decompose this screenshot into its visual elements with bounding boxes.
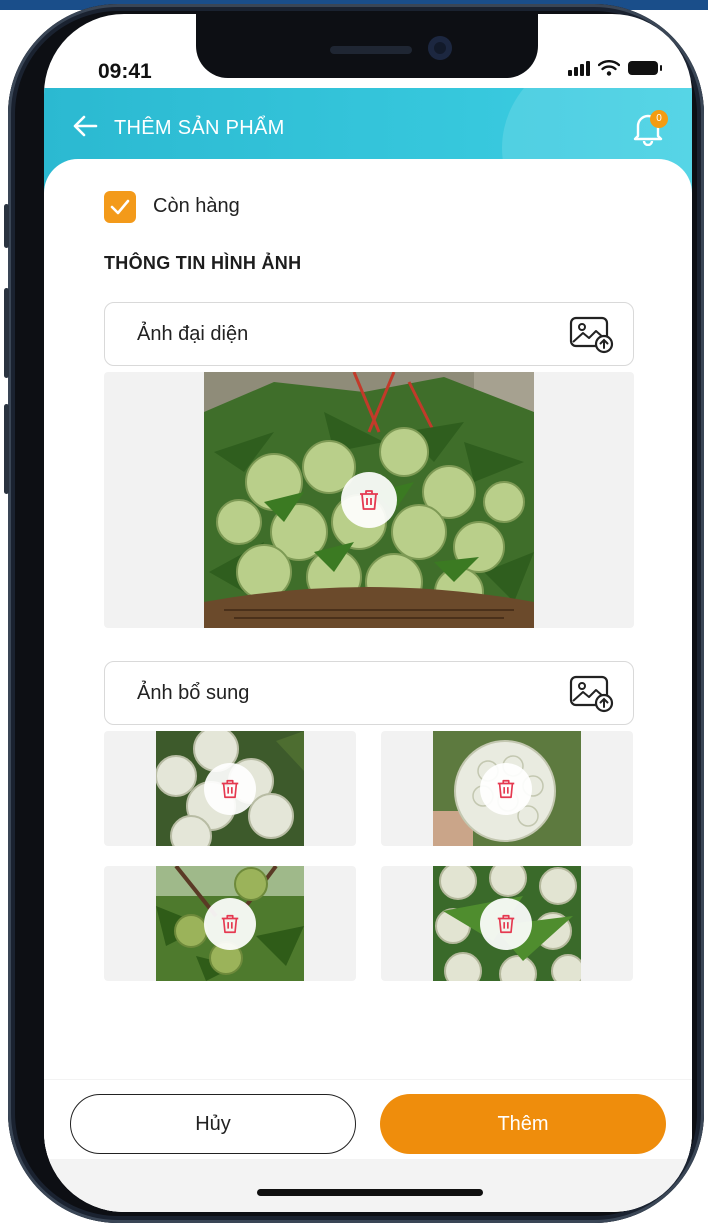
delete-extra-image-button[interactable] (480, 898, 532, 950)
trash-icon (221, 779, 239, 799)
home-indicator[interactable] (257, 1189, 483, 1196)
delete-extra-image-button[interactable] (204, 763, 256, 815)
extra-images-field[interactable]: Ảnh bổ sung (104, 661, 634, 725)
phone-screen: THÊM SẢN PHẨM 0 09:41 Còn hàng THÔNG TIN… (44, 14, 692, 1212)
checkmark-icon (110, 199, 130, 215)
front-camera (428, 36, 452, 60)
trash-icon (497, 914, 515, 934)
in-stock-checkbox[interactable] (104, 191, 136, 223)
signal-icon (568, 60, 590, 76)
delete-extra-image-button[interactable] (204, 898, 256, 950)
phone-notch (196, 14, 538, 78)
submit-button[interactable]: Thêm (380, 1094, 666, 1154)
trash-icon (221, 914, 239, 934)
main-image-field[interactable]: Ảnh đại diện (104, 302, 634, 366)
delete-main-image-button[interactable] (341, 472, 397, 528)
delete-extra-image-button[interactable] (480, 763, 532, 815)
status-time: 09:41 (98, 60, 152, 83)
section-title: THÔNG TIN HÌNH ẢNH (104, 253, 302, 273)
wifi-icon (598, 60, 620, 76)
status-icons (568, 60, 662, 76)
speaker-grille (330, 46, 412, 54)
main-image-label: Ảnh đại diện (137, 323, 249, 345)
in-stock-label[interactable]: Còn hàng (153, 195, 240, 218)
home-indicator-area (44, 1159, 692, 1212)
trash-icon (360, 490, 378, 510)
cancel-button[interactable]: Hủy (70, 1094, 356, 1154)
trash-icon (497, 779, 515, 799)
action-bar: Hủy Thêm (44, 1079, 692, 1169)
image-upload-icon[interactable] (569, 316, 615, 354)
form-content: Còn hàng THÔNG TIN HÌNH ẢNH Ảnh đại diện (44, 159, 692, 1212)
phone-side-button (4, 204, 9, 248)
phone-side-button (4, 288, 9, 378)
back-arrow-icon[interactable] (72, 114, 98, 138)
notification-badge: 0 (650, 110, 668, 128)
image-upload-icon[interactable] (569, 675, 615, 713)
phone-side-button (4, 404, 9, 494)
page-title: THÊM SẢN PHẨM (114, 117, 285, 139)
phone-frame: THÊM SẢN PHẨM 0 09:41 Còn hàng THÔNG TIN… (4, 4, 704, 1223)
extra-images-label: Ảnh bổ sung (137, 682, 250, 704)
battery-icon (628, 61, 662, 75)
